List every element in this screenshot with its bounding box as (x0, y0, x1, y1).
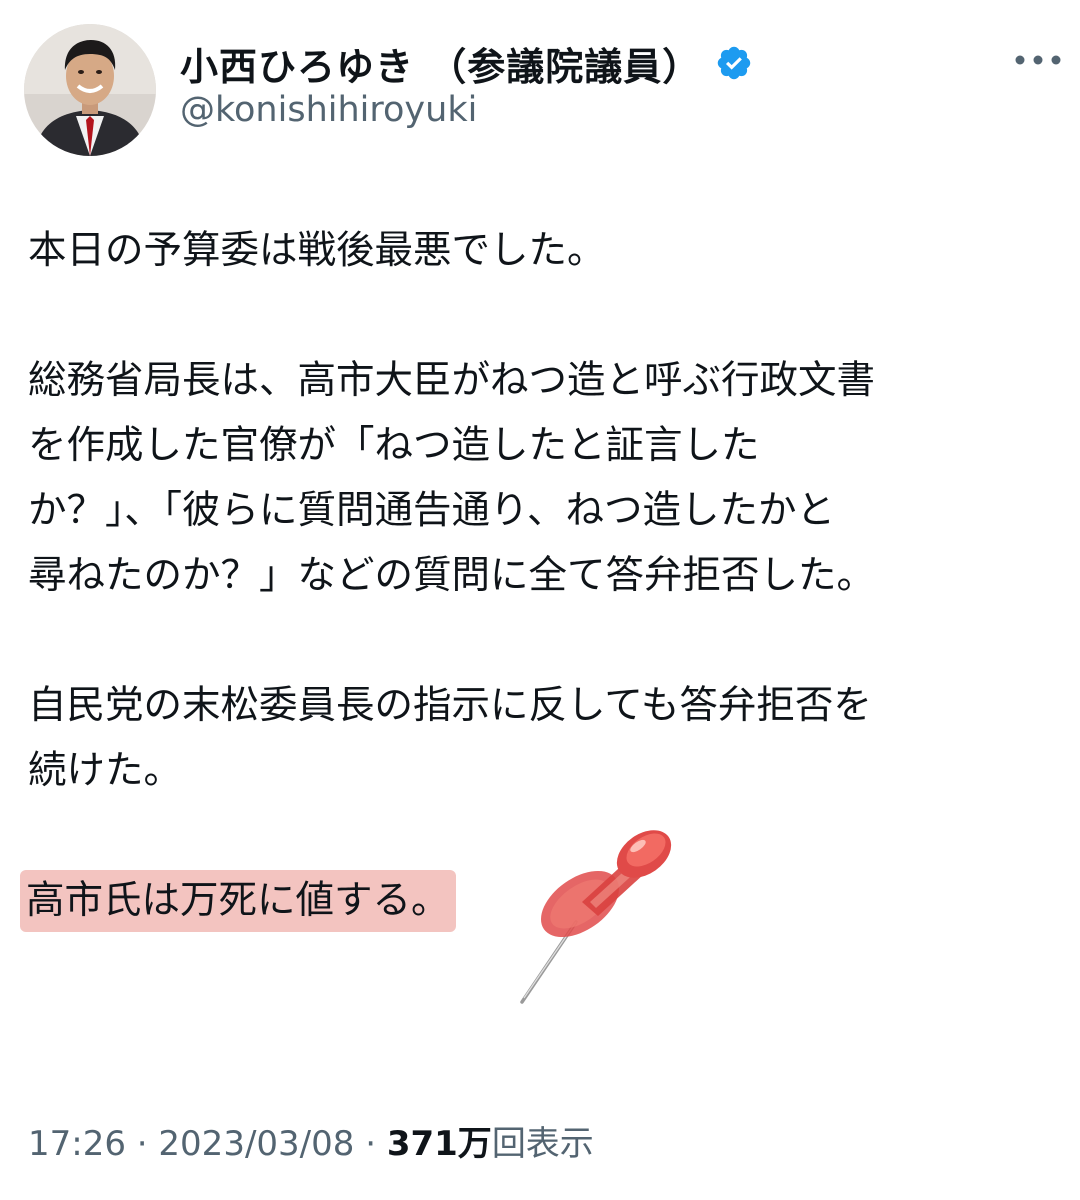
avatar-photo (24, 24, 156, 156)
tweet-meta: 17:26 · 2023/03/08 · 371万回表示 (28, 1116, 594, 1165)
views-label: 回表示 (491, 1124, 594, 1164)
verified-badge-icon (715, 44, 753, 82)
highlighted-sentence: 高市氏は万死に値する。 (20, 870, 456, 932)
meta-separator: · (136, 1124, 148, 1164)
pushpin-icon (498, 812, 698, 1012)
tweet-paragraph: 総務省局長は、高市大臣がねつ造と呼ぶ行政文書 を作成した官僚が「ねつ造したと証言… (28, 348, 1068, 608)
tweet-paragraph: 自民党の末松委員長の指示に反しても答弁拒否を 続けた。 (28, 673, 1068, 803)
views-count[interactable]: 371万 (387, 1124, 492, 1164)
tweet-line: か？」、「彼らに質問通告通り、ねつ造したかと (28, 488, 835, 533)
tweet-line: 自民党の末松委員長の指示に反しても答弁拒否を (28, 683, 872, 728)
author-name-row: 小西ひろゆき （参議院議員） (180, 36, 753, 90)
more-options-icon[interactable] (1010, 40, 1066, 80)
tweet-date[interactable]: 2023/03/08 (158, 1124, 354, 1164)
author-display-name[interactable]: 小西ひろゆき （参議院議員） (180, 36, 701, 91)
avatar[interactable] (24, 24, 156, 156)
tweet-paragraph: 本日の予算委は戦後最悪でした。 (28, 218, 1068, 283)
tweet-line: 総務省局長は、高市大臣がねつ造と呼ぶ行政文書 (28, 358, 876, 403)
meta-separator: · (365, 1124, 377, 1164)
tweet-line: 本日の予算委は戦後最悪でした。 (28, 228, 606, 273)
tweet-time[interactable]: 17:26 (28, 1124, 126, 1164)
tweet-line: を作成した官僚が「ねつ造したと証言した (28, 423, 760, 468)
tweet-line: 続けた。 (28, 748, 183, 793)
tweet-line: 尋ねたのか？」などの質問に全て答弁拒否した。 (28, 553, 876, 598)
author-handle[interactable]: @konishihiroyuki (180, 90, 477, 130)
